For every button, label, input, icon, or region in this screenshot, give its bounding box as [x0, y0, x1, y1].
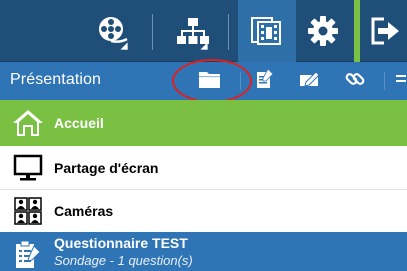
- accent-strip: [354, 0, 360, 62]
- toolbar-divider: [228, 14, 229, 50]
- exit-button[interactable]: [362, 0, 407, 62]
- link-button[interactable]: [340, 67, 370, 95]
- exit-icon: [368, 15, 402, 47]
- settings-button[interactable]: [298, 0, 348, 62]
- network-button[interactable]: [168, 0, 218, 62]
- list-item-screen-share[interactable]: Partage d'écran: [0, 146, 407, 190]
- documents-film-icon: [249, 14, 285, 48]
- monitor-icon: [10, 150, 46, 186]
- header-divider: [384, 72, 385, 90]
- edit-list-icon: [253, 67, 277, 96]
- home-icon: [10, 105, 46, 141]
- presentation-title: Présentation: [10, 71, 102, 88]
- survey-icon: [10, 236, 46, 271]
- questionnaire-text: Questionnaire TEST Sondage - 1 question(…: [54, 235, 193, 268]
- pencil-icon: [298, 68, 322, 95]
- gear-icon: [306, 14, 340, 48]
- list-item-label: Accueil: [54, 115, 104, 131]
- toolbar-divider: [152, 14, 153, 50]
- main-toolbar: [0, 0, 407, 62]
- list-item-cameras[interactable]: Caméras: [0, 190, 407, 232]
- more-button[interactable]: [392, 67, 407, 95]
- more-icon: [394, 70, 406, 93]
- chevron-down-icon: [200, 42, 208, 50]
- questionnaire-subtitle: Sondage - 1 question(s): [54, 253, 193, 268]
- rename-button[interactable]: [295, 67, 325, 95]
- cameras-icon: [10, 193, 46, 229]
- edit-list-button[interactable]: [250, 67, 280, 95]
- link-icon: [343, 67, 367, 96]
- questionnaire-title: Questionnaire TEST: [54, 235, 188, 251]
- list-item-accueil[interactable]: Accueil: [0, 100, 407, 146]
- documents-button[interactable]: [238, 0, 296, 62]
- media-button[interactable]: [88, 0, 138, 62]
- list-item-label: Caméras: [54, 203, 114, 219]
- list-item-label: Partage d'écran: [54, 159, 159, 176]
- highlight-annotation: [172, 59, 252, 103]
- chevron-down-icon: [120, 42, 128, 50]
- list-item-questionnaire[interactable]: Questionnaire TEST Sondage - 1 question(…: [0, 232, 407, 271]
